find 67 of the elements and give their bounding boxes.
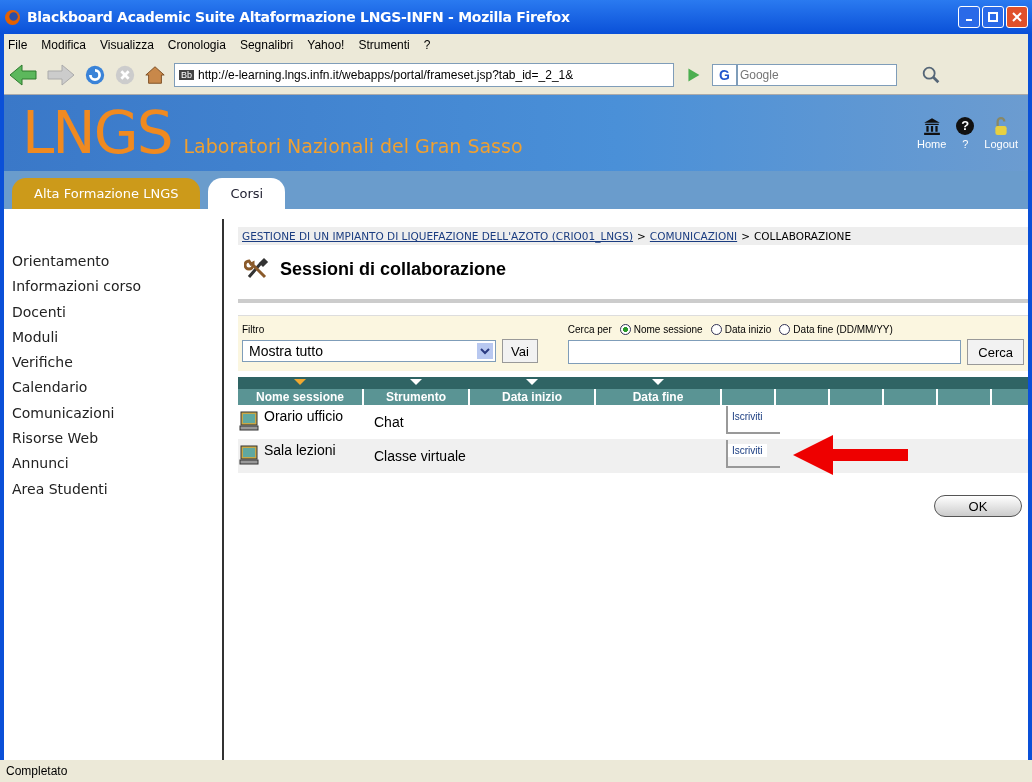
search-label: Cerca per: [567, 324, 612, 335]
sidebar-link[interactable]: Annunci: [12, 451, 222, 477]
ok-button[interactable]: OK: [934, 495, 1022, 517]
tools-icon: [244, 257, 270, 281]
sidebar-link[interactable]: Orientamento: [12, 249, 222, 275]
reload-icon[interactable]: [84, 64, 106, 86]
address-field[interactable]: Bb http://e-learning.lngs.infn.it/webapps/portal/frameset.jsp?tab_id=_2_1&: [174, 63, 674, 87]
tool-name: Chat: [374, 414, 405, 430]
search-icon[interactable]: [920, 64, 942, 86]
sidebar-link[interactable]: Verifiche: [12, 350, 222, 376]
radio-button[interactable]: [619, 324, 631, 335]
radio-option[interactable]: Data inizio: [710, 324, 772, 335]
search-field[interactable]: Google: [736, 64, 897, 86]
breadcrumb-link[interactable]: GESTIONE DI UN IMPIANTO DI LIQUEFAZIONE DELL'AZOTO (CRIO01_LNGS): [242, 230, 634, 242]
computer-icon: [238, 442, 262, 466]
menu-item[interactable]: ?: [423, 38, 431, 52]
maximize-button[interactable]: [982, 6, 1004, 28]
close-icon: [1012, 12, 1022, 22]
vai-button[interactable]: Vai: [502, 339, 538, 363]
sidebar-link[interactable]: Moduli: [12, 324, 222, 351]
status-text: Completato: [6, 764, 68, 778]
search-button[interactable]: Cerca: [967, 339, 1024, 365]
minimize-icon: [966, 19, 972, 21]
session-name: Sala lezioni: [264, 442, 336, 458]
sidebar-link[interactable]: Comunicazioni: [12, 400, 222, 427]
filter-label: Filtro: [242, 324, 266, 335]
session-name: Orario ufficio: [264, 408, 344, 424]
banner-subtitle: Laboratori Nazionali del Gran Sasso: [183, 135, 524, 157]
radio-option[interactable]: Nome sessione: [619, 324, 703, 335]
search-engine-icon[interactable]: G: [712, 64, 737, 86]
sidebar-link[interactable]: Informazioni corso: [12, 274, 222, 300]
site-icon: Bb: [179, 70, 194, 80]
help-icon[interactable]: ?: [956, 116, 975, 135]
sidebar-link[interactable]: Risorse Web: [12, 426, 222, 452]
radio-option[interactable]: Data fine (DD/MM/YY): [779, 324, 893, 335]
breadcrumb-separator: >: [637, 230, 646, 242]
breadcrumb-current: COLLABORAZIONE: [753, 230, 852, 242]
menu-item[interactable]: Modifica: [41, 38, 87, 52]
close-button[interactable]: [1006, 6, 1028, 28]
page-title: Sessioni di collaborazione: [280, 258, 507, 280]
menu-item[interactable]: Cronologia: [167, 38, 226, 52]
radio-button[interactable]: [710, 324, 722, 335]
radio-button[interactable]: [779, 324, 791, 335]
tab[interactable]: Corsi: [208, 178, 286, 209]
menu-item[interactable]: File: [8, 38, 28, 52]
back-arrow-icon[interactable]: [8, 63, 38, 87]
firefox-icon: [4, 8, 21, 26]
home-icon[interactable]: [144, 64, 166, 86]
menu-item[interactable]: Yahoo!: [307, 38, 345, 52]
sidebar-link[interactable]: Docenti: [12, 299, 222, 325]
minimize-button[interactable]: [958, 6, 980, 28]
maximize-icon: [988, 12, 998, 22]
menu-item[interactable]: Visualizza: [100, 38, 154, 52]
sidebar-link[interactable]: Calendario: [12, 375, 222, 401]
window-title: Blackboard Academic Suite Altaformazione LNGS-INFN - Mozilla Firefox: [27, 9, 571, 25]
building-icon[interactable]: [922, 116, 941, 135]
computer-icon: [238, 408, 262, 432]
breadcrumb-separator: >: [741, 230, 750, 242]
sidebar-link[interactable]: Area Studenti: [12, 476, 222, 502]
enroll-link[interactable]: Iscriviti: [728, 444, 767, 457]
tool-name: Classe virtuale: [374, 448, 467, 464]
menu-item[interactable]: Strumenti: [358, 38, 410, 52]
menu-item[interactable]: Segnalibri: [239, 38, 294, 52]
logo-text: LNGS: [22, 99, 172, 167]
breadcrumb-link[interactable]: COMUNICAZIONI: [649, 230, 738, 242]
filter-dropdown[interactable]: Mostra tutto: [242, 340, 496, 362]
search-input[interactable]: [567, 340, 962, 364]
